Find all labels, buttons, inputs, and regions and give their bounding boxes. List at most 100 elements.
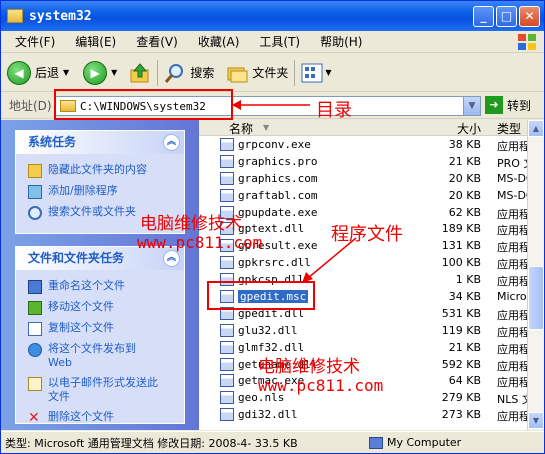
file-row[interactable]: glmf32.dll 21 KB 应用程 [199, 339, 527, 356]
file-row[interactable]: grpconv.exe 38 KB 应用程 [199, 136, 527, 153]
forward-button[interactable]: ▶ ▼ [83, 60, 117, 85]
system-tasks-panel: 系统任务 ︽ 隐藏此文件夹的内容 添加/删除程序 搜索文件或文件夹 [15, 130, 185, 234]
sort-arrow-icon: ▼ [263, 123, 270, 132]
status-text: 类型: Microsoft 通用管理文档 修改日期: 2008-4- 33.5 … [5, 436, 298, 450]
close-button[interactable]: ✕ [519, 6, 540, 27]
file-type: MS-DO [497, 188, 527, 202]
menu-edit[interactable]: 编辑(E) [75, 33, 116, 50]
vertical-scrollbar[interactable]: ▲ ▼ [527, 120, 544, 430]
file-name: gdi32.dll [238, 408, 298, 422]
task-delete[interactable]: ✕ 删除这个文件 [16, 407, 184, 428]
watermark-url: www.pc811.com [258, 376, 384, 395]
search-button[interactable]: 搜索 [164, 62, 214, 84]
file-icon [220, 357, 234, 371]
task-rename[interactable]: 重命名这个文件 [16, 276, 184, 297]
file-name: graphics.com [238, 171, 318, 185]
task-search-files[interactable]: 搜索文件或文件夹 [16, 202, 184, 223]
file-icon [220, 188, 234, 202]
minimize-button[interactable]: _ [473, 6, 494, 27]
file-size: 20 KB [448, 188, 481, 202]
program-arrow [302, 237, 357, 283]
menu-favorites[interactable]: 收藏(A) [198, 33, 240, 50]
menu-view[interactable]: 查看(V) [136, 33, 178, 50]
file-size: 38 KB [448, 138, 481, 151]
file-type: 应用程 [497, 140, 527, 153]
folders-button[interactable]: 文件夹 [226, 63, 288, 83]
file-size: 189 KB [441, 222, 481, 236]
directory-arrow [232, 100, 310, 110]
task-pane: 系统任务 ︽ 隐藏此文件夹的内容 添加/删除程序 搜索文件或文件夹 文件和文件夹… [1, 120, 199, 430]
file-size: 531 KB [441, 306, 481, 320]
file-type: Micro [497, 290, 527, 304]
folder-icon [7, 9, 23, 23]
menu-help[interactable]: 帮助(H) [320, 33, 362, 50]
rename-icon [28, 280, 42, 294]
menu-bar: 文件(F) 编辑(E) 查看(V) 收藏(A) 工具(T) 帮助(H) [1, 31, 544, 53]
menu-tools[interactable]: 工具(T) [259, 33, 300, 50]
title-bar[interactable]: system32 _ □ ✕ [1, 1, 544, 31]
file-type: MS-DO [497, 171, 527, 185]
file-type: 应用程 [497, 308, 527, 322]
back-button[interactable]: ◀ 后退 ▼ [7, 60, 69, 85]
file-icon [220, 408, 234, 422]
file-name: graphics.pro [238, 154, 318, 168]
file-row[interactable]: graftabl.com 20 KB MS-DO [199, 187, 527, 204]
programs-icon [28, 185, 42, 199]
task-hide-folder[interactable]: 隐藏此文件夹的内容 [16, 160, 184, 181]
scroll-thumb[interactable] [528, 266, 544, 330]
file-size: 21 KB [448, 340, 481, 354]
file-row[interactable]: graphics.pro 21 KB PRO 文 [199, 153, 527, 170]
file-size: 21 KB [448, 154, 481, 168]
delete-x-icon: ✕ [28, 410, 40, 426]
copy-icon [28, 322, 42, 336]
up-folder-icon [130, 62, 149, 82]
search-icon [165, 63, 184, 83]
menu-file[interactable]: 文件(F) [15, 33, 55, 50]
views-button[interactable]: ▼ [301, 63, 332, 83]
file-size: 100 KB [441, 256, 481, 270]
collapse-chevron-icon[interactable]: ︽ [163, 250, 180, 267]
file-name: gpupdate.exe [238, 205, 318, 219]
file-row[interactable]: gdi32.dll 273 KB 应用程 [199, 406, 527, 423]
file-icon [220, 340, 234, 354]
file-icon [220, 171, 234, 185]
up-folder-button[interactable] [129, 62, 151, 84]
watermark-url: www.pc811.com [137, 233, 263, 252]
status-location: My Computer [369, 436, 461, 449]
file-size: 64 KB [448, 374, 481, 388]
task-publish-web[interactable]: 将这个文件发布到 Web [16, 339, 184, 373]
file-size: 34 KB [448, 290, 481, 304]
file-type: 应用程 [497, 342, 527, 356]
file-icon [220, 138, 234, 151]
scroll-down-icon[interactable]: ▼ [528, 412, 544, 429]
task-email[interactable]: 以电子邮件形式发送此文件 [16, 373, 184, 407]
file-type: 应用程 [497, 207, 527, 221]
task-copy[interactable]: 复制这个文件 [16, 318, 184, 339]
task-move[interactable]: 移动这个文件 [16, 297, 184, 318]
maximize-button[interactable]: □ [496, 6, 517, 27]
toolbar-separator [157, 59, 159, 86]
column-name[interactable]: 名称 [229, 120, 253, 137]
collapse-chevron-icon[interactable]: ︽ [163, 134, 180, 151]
chevron-down-icon[interactable]: ▼ [463, 97, 480, 115]
windows-logo-icon [518, 34, 536, 50]
file-row[interactable]: graphics.com 20 KB MS-DO [199, 170, 527, 187]
task-add-remove-programs[interactable]: 添加/删除程序 [16, 181, 184, 202]
file-row[interactable]: getuname.dll 592 KB 应用程 [199, 356, 527, 373]
file-type: 应用程 [497, 275, 527, 289]
scroll-up-icon[interactable]: ▲ [528, 120, 544, 137]
file-row[interactable]: gpupdate.exe 62 KB 应用程 [199, 204, 527, 221]
go-button[interactable]: ➜ 转到 [485, 96, 531, 114]
column-header: 名称 ▼ 大小 类型 [199, 120, 527, 136]
column-size[interactable]: 大小 [457, 120, 481, 137]
file-size: 273 KB [441, 408, 481, 422]
file-icon [220, 256, 234, 270]
file-row[interactable]: gpkrsrc.dll 100 KB 应用程 [199, 254, 527, 271]
file-type: 应用程 [497, 359, 527, 373]
system-tasks-header[interactable]: 系统任务 ︽ [16, 131, 184, 154]
search-icon [28, 206, 42, 220]
column-type[interactable]: 类型 [497, 120, 521, 137]
status-bar: 类型: Microsoft 通用管理文档 修改日期: 2008-4- 33.5 … [1, 431, 544, 453]
file-size: 131 KB [441, 239, 481, 253]
file-row[interactable]: glu32.dll 119 KB 应用程 [199, 322, 527, 339]
